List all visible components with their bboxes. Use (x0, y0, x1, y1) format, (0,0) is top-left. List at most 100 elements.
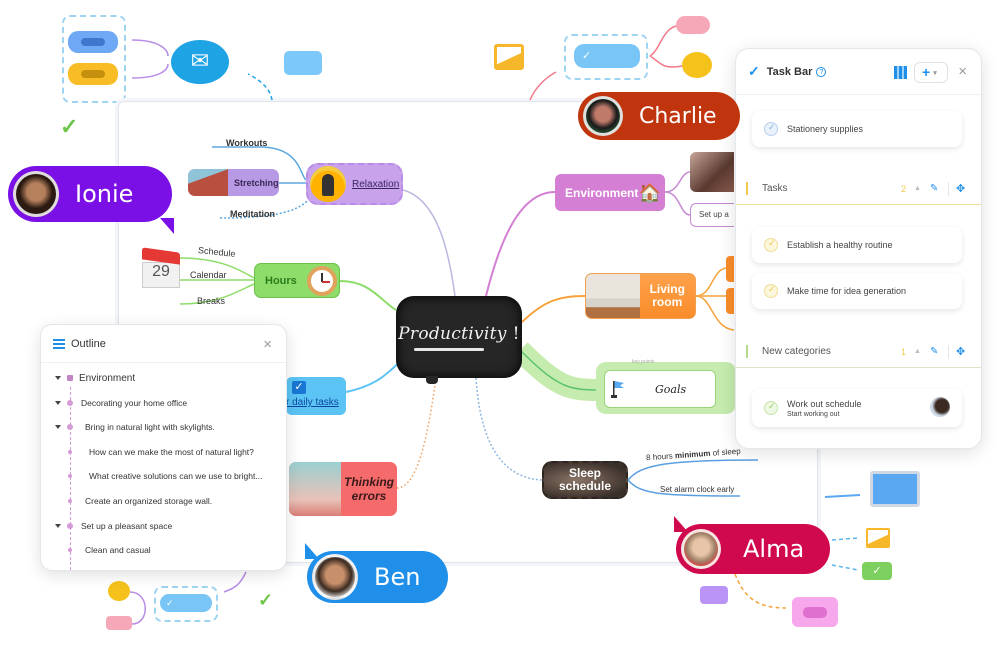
outline-title: Outline (71, 337, 106, 350)
outline-bullet (68, 499, 72, 503)
outline-item-text: Bring in natural light with skylights. (85, 422, 215, 433)
node-goals[interactable]: Goals (604, 370, 716, 408)
node-environment-photo[interactable] (690, 152, 734, 192)
living-room-photo (586, 274, 640, 318)
section-name: Tasks (762, 183, 788, 194)
node-set-up-space[interactable]: Set up a (690, 203, 734, 227)
leaf-breaks[interactable]: Breaks (197, 296, 225, 306)
purple-chat-bubble-icon (700, 586, 728, 604)
close-icon[interactable]: × (958, 63, 967, 80)
outline-item-text: How can we make the most of natural ligh… (89, 446, 254, 457)
task-card[interactable]: Work out schedule Start working out (752, 389, 962, 427)
collaborator-name: Charlie (639, 103, 717, 129)
task-card[interactable]: Make time for idea generation (752, 273, 962, 309)
pink-card-decoration (792, 597, 838, 627)
node-living-room[interactable]: Living room (585, 273, 696, 319)
node-daily-tasks-label[interactable]: r daily tasks (286, 397, 339, 408)
node-thinking-errors[interactable]: Thinking errors (289, 462, 397, 516)
pencil-icon[interactable]: ✎ (930, 346, 938, 357)
node-thinking-errors-label: Thinking errors (344, 475, 394, 503)
node-relaxation-label[interactable]: Relaxation (352, 179, 399, 190)
pointer-tail (674, 516, 688, 532)
task-title: Work out schedule (787, 398, 862, 409)
outline-panel: Outline × Environment Decorating your hom… (40, 324, 287, 571)
task-section-new-categories[interactable]: New categories 1 ▲ ✎ ✥ (736, 336, 981, 368)
help-icon[interactable]: ? (816, 66, 827, 77)
collaborator-name: Alma (743, 535, 805, 563)
monitor-icon (870, 471, 920, 507)
task-status-icon[interactable] (764, 401, 778, 415)
green-check-badge-icon: ✓ (862, 562, 892, 580)
expand-caret-icon[interactable] (55, 425, 61, 430)
node-stretching[interactable]: Stretching (188, 169, 279, 196)
task-card[interactable]: Establish a healthy routine (752, 227, 962, 263)
image-icon-small (866, 528, 890, 548)
task-bar-panel: ✓ Task Bar ? +▾ × Stationery supplies Ta… (735, 48, 982, 449)
node-living-room-child-b[interactable] (726, 288, 734, 314)
qr-code-icon[interactable] (894, 66, 907, 79)
outline-item[interactable]: Set up a pleasant space (41, 516, 172, 536)
outline-item-text: Set up a pleasant space (81, 520, 173, 531)
green-check-icon: ✓ (60, 114, 79, 139)
outline-item-text: Clean and casual (85, 545, 151, 556)
leaf-meditation[interactable]: Meditation (230, 209, 275, 219)
expand-caret-icon[interactable] (55, 523, 61, 528)
green-check-icon-bottom: ✓ (258, 590, 274, 610)
task-status-icon[interactable] (764, 284, 778, 298)
central-underline (414, 347, 484, 351)
blue-task-pill-decoration-bottom: ✓ (160, 594, 212, 612)
meditation-figure-icon (310, 166, 346, 202)
task-status-icon[interactable] (764, 238, 778, 252)
avatar (312, 554, 358, 600)
outline-item[interactable]: Bring in natural light with skylights. (41, 417, 215, 437)
pencil-icon[interactable]: ✎ (930, 183, 938, 194)
divider (948, 182, 949, 196)
pink-pill-decoration (676, 16, 710, 34)
task-bar-header: ✓ Task Bar ? + ▾ × (736, 49, 981, 95)
task-title: Make time for idea generation (787, 286, 907, 296)
outline-item[interactable]: Decorating your home office (41, 393, 187, 413)
outline-bullet (67, 399, 73, 406)
task-section-tasks[interactable]: Tasks 2 ▲ ✎ ✥ (736, 173, 981, 205)
node-relaxation[interactable]: Relaxation (306, 163, 403, 205)
expand-caret-icon[interactable] (55, 376, 61, 380)
lightbulb-photo (289, 462, 341, 516)
blue-task-pill-decoration: ✓ (574, 44, 640, 68)
collapse-caret-icon[interactable]: ▲ (914, 348, 921, 355)
move-icon[interactable]: ✥ (956, 345, 965, 358)
node-environment[interactable]: Environment 🏠 (555, 174, 665, 211)
outline-item[interactable]: Create an organized storage wall. (41, 491, 212, 511)
leaf-calendar[interactable]: Calendar (190, 270, 227, 280)
divider (948, 345, 949, 359)
link-decor-bottom-flower (129, 591, 146, 625)
leaf-set-alarm[interactable]: Set alarm clock early (660, 485, 734, 494)
move-icon[interactable]: ✥ (956, 182, 965, 195)
link-decor-pink-arrow (529, 71, 557, 101)
link-decor-topleft-a (131, 39, 169, 57)
section-name: New categories (762, 346, 831, 357)
node-sleep-schedule[interactable]: Sleep schedule (542, 461, 628, 499)
task-card[interactable]: Stationery supplies (752, 111, 962, 147)
avatar (13, 171, 59, 217)
outline-item[interactable]: What creative solutions can we use to br… (41, 466, 262, 486)
node-hours[interactable]: Hours (254, 263, 340, 298)
close-icon[interactable]: × (263, 336, 272, 353)
collapse-caret-icon[interactable]: ▲ (914, 185, 921, 192)
assignee-avatar (930, 397, 950, 417)
collaborator-name: Ionie (75, 180, 134, 208)
node-stretching-label: Stretching (234, 177, 279, 188)
expand-caret-icon[interactable] (55, 400, 61, 405)
outline-item[interactable]: How can we make the most of natural ligh… (41, 442, 254, 462)
pink-pill-decoration-bottom (106, 616, 132, 630)
outline-item[interactable]: Environment (41, 368, 135, 388)
central-topic-node[interactable]: Productivity! (396, 296, 522, 384)
node-living-room-child-a[interactable] (726, 256, 734, 282)
outline-item[interactable]: Clean and casual (41, 540, 151, 560)
blue-pill-decoration (68, 31, 118, 53)
leaf-workouts[interactable]: Workouts (226, 138, 267, 148)
add-task-dropdown-button[interactable]: + ▾ (914, 62, 948, 83)
task-status-icon[interactable] (764, 122, 778, 136)
outline-header: Outline × (41, 325, 286, 363)
link-decor-topleft-b (131, 63, 169, 79)
node-daily-tasks[interactable]: ✓ r daily tasks (286, 377, 346, 415)
